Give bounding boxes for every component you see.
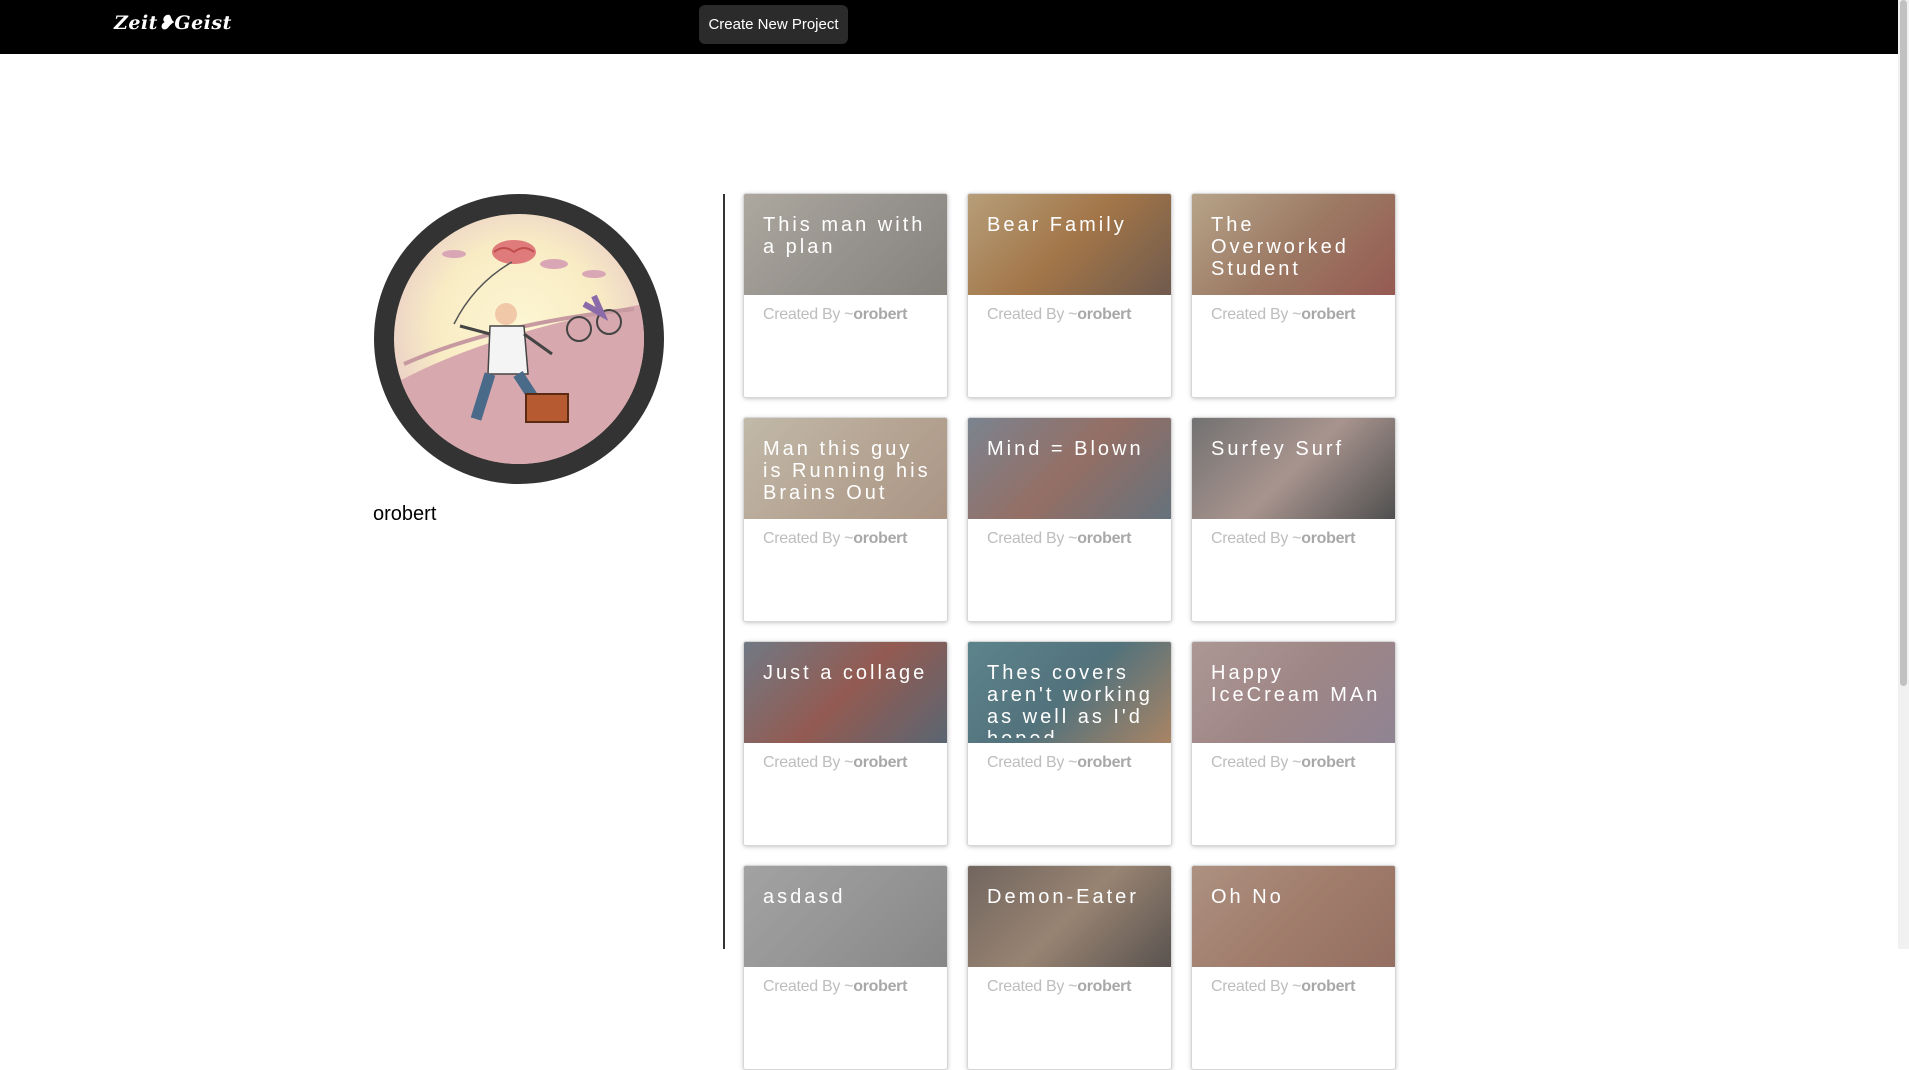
project-card[interactable]: asdasd Created By ~orobert bbox=[743, 865, 948, 1070]
credit-author[interactable]: orobert bbox=[853, 978, 907, 995]
project-title: Oh No bbox=[1211, 886, 1284, 908]
project-cover-image: Just a collage bbox=[744, 642, 947, 743]
credit-prefix: Created By ~ bbox=[1211, 754, 1302, 771]
project-credit: Created By ~orobert bbox=[1211, 754, 1355, 772]
project-cover-image: Man this guy is Running his Brains Out bbox=[744, 418, 947, 519]
credit-prefix: Created By ~ bbox=[763, 754, 854, 771]
project-credit: Created By ~orobert bbox=[987, 978, 1131, 996]
project-title: Happy IceCream MAn bbox=[1211, 662, 1381, 706]
avatar-illustration bbox=[394, 214, 644, 464]
project-cover-image: Surfey Surf bbox=[1192, 418, 1395, 519]
vertical-divider bbox=[723, 194, 725, 949]
create-new-project-button[interactable]: Create New Project bbox=[699, 5, 848, 44]
project-credit: Created By ~orobert bbox=[763, 754, 907, 772]
credit-author[interactable]: orobert bbox=[1301, 754, 1355, 771]
zeitgeist-logo[interactable]: Zeit❥Geist bbox=[114, 12, 232, 34]
credit-author[interactable]: orobert bbox=[1077, 306, 1131, 323]
profile-username: orobert bbox=[373, 503, 437, 525]
project-title: Mind = Blown bbox=[987, 438, 1144, 460]
project-cover-image: Oh No bbox=[1192, 866, 1395, 967]
project-card[interactable]: This man with a plan Created By ~orobert bbox=[743, 193, 948, 398]
credit-prefix: Created By ~ bbox=[763, 530, 854, 547]
credit-author[interactable]: orobert bbox=[1301, 978, 1355, 995]
credit-author[interactable]: orobert bbox=[1301, 530, 1355, 547]
credit-prefix: Created By ~ bbox=[987, 978, 1078, 995]
project-cover-image: Demon-Eater bbox=[968, 866, 1171, 967]
project-card[interactable]: Surfey Surf Created By ~orobert bbox=[1191, 417, 1396, 622]
project-card[interactable]: The Overworked Student Created By ~orober… bbox=[1191, 193, 1396, 398]
credit-author[interactable]: orobert bbox=[853, 306, 907, 323]
project-cover-image: Happy IceCream MAn bbox=[1192, 642, 1395, 743]
project-cover-image: Mind = Blown bbox=[968, 418, 1171, 519]
project-title: This man with a plan bbox=[763, 214, 926, 258]
man-running-illustration bbox=[394, 240, 644, 464]
project-cover-image: This man with a plan bbox=[744, 194, 947, 295]
project-credit: Created By ~orobert bbox=[1211, 530, 1355, 548]
project-credit: Created By ~orobert bbox=[987, 530, 1131, 548]
scrollbar-thumb[interactable] bbox=[1900, 0, 1907, 686]
project-cover-image: The Overworked Student bbox=[1192, 194, 1395, 295]
project-card[interactable]: Thes covers aren't working as well as I'… bbox=[967, 641, 1172, 846]
project-credit: Created By ~orobert bbox=[987, 306, 1131, 324]
project-card[interactable]: Man this guy is Running his Brains Out Cr… bbox=[743, 417, 948, 622]
project-card[interactable]: Mind = Blown Created By ~orobert bbox=[967, 417, 1172, 622]
top-navigation-bar: Zeit❥Geist Create New Project bbox=[0, 0, 1898, 54]
credit-prefix: Created By ~ bbox=[987, 306, 1078, 323]
project-title: asdasd bbox=[763, 886, 846, 908]
profile-avatar bbox=[374, 194, 664, 484]
project-card[interactable]: Bear Family Created By ~orobert bbox=[967, 193, 1172, 398]
project-cover-image: Thes covers aren't working as well as I'… bbox=[968, 642, 1171, 743]
credit-prefix: Created By ~ bbox=[763, 978, 854, 995]
credit-prefix: Created By ~ bbox=[1211, 978, 1302, 995]
credit-author[interactable]: orobert bbox=[1301, 306, 1355, 323]
project-cover-image: Bear Family bbox=[968, 194, 1171, 295]
project-card[interactable]: Oh No Created By ~orobert bbox=[1191, 865, 1396, 1070]
credit-prefix: Created By ~ bbox=[987, 754, 1078, 771]
project-title: Bear Family bbox=[987, 214, 1127, 236]
credit-prefix: Created By ~ bbox=[987, 530, 1078, 547]
project-card[interactable]: Just a collage Created By ~orobert bbox=[743, 641, 948, 846]
credit-author[interactable]: orobert bbox=[853, 530, 907, 547]
credit-author[interactable]: orobert bbox=[1077, 530, 1131, 547]
credit-author[interactable]: orobert bbox=[1077, 978, 1131, 995]
project-title: Thes covers aren't working as well as I'… bbox=[987, 662, 1153, 738]
credit-prefix: Created By ~ bbox=[1211, 530, 1302, 547]
project-credit: Created By ~orobert bbox=[763, 306, 907, 324]
project-credit: Created By ~orobert bbox=[763, 530, 907, 548]
project-card[interactable]: Happy IceCream MAn Created By ~orobert bbox=[1191, 641, 1396, 846]
project-card[interactable]: Demon-Eater Created By ~orobert bbox=[967, 865, 1172, 1070]
credit-author[interactable]: orobert bbox=[853, 754, 907, 771]
project-title: Demon-Eater bbox=[987, 886, 1139, 908]
project-title: Man this guy is Running his Brains Out bbox=[763, 438, 931, 504]
project-credit: Created By ~orobert bbox=[763, 978, 907, 996]
credit-prefix: Created By ~ bbox=[763, 306, 854, 323]
project-credit: Created By ~orobert bbox=[1211, 978, 1355, 996]
project-cover-image: asdasd bbox=[744, 866, 947, 967]
project-title: Just a collage bbox=[763, 662, 928, 684]
project-title: Surfey Surf bbox=[1211, 438, 1345, 460]
credit-prefix: Created By ~ bbox=[1211, 306, 1302, 323]
project-credit: Created By ~orobert bbox=[987, 754, 1131, 772]
page-scrollbar[interactable] bbox=[1898, 0, 1909, 949]
credit-author[interactable]: orobert bbox=[1077, 754, 1131, 771]
project-credit: Created By ~orobert bbox=[1211, 306, 1355, 324]
project-title: The Overworked Student bbox=[1211, 214, 1349, 280]
